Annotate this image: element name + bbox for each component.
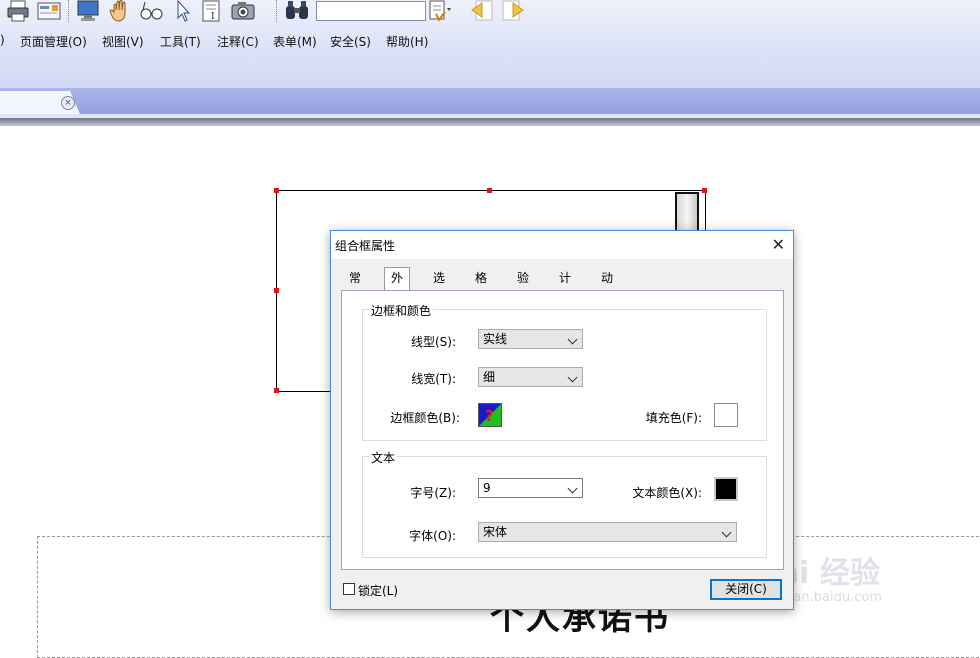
appearance-panel: 边框和颜色 线型(S): 实线 线宽(T): 细 边框颜色(B): ? 填充色(… bbox=[341, 290, 784, 570]
combo-dropdown-button[interactable] bbox=[675, 192, 699, 234]
hand-icon[interactable] bbox=[108, 0, 132, 22]
back-icon[interactable] bbox=[470, 0, 494, 22]
line-width-value: 细 bbox=[483, 370, 496, 384]
resize-handle[interactable] bbox=[274, 188, 279, 193]
toolbar-separator bbox=[68, 0, 70, 22]
email-icon[interactable] bbox=[37, 0, 61, 22]
line-width-label: 线宽(T): bbox=[411, 372, 456, 386]
border-color-swatch[interactable]: ? bbox=[478, 403, 502, 427]
combo-box-properties-dialog: 组合框属性 ✕ 常规 外观 选项 格式 验证 计算 动作 边框和颜色 线型(S)… bbox=[330, 230, 794, 610]
menu-item-help[interactable]: 帮助(H) bbox=[386, 33, 428, 50]
menu-item-view[interactable]: 视图(V) bbox=[102, 33, 144, 50]
line-type-value: 实线 bbox=[483, 332, 508, 346]
document-tab-strip bbox=[0, 88, 980, 114]
chevron-down-icon bbox=[567, 483, 578, 494]
font-size-select[interactable]: 9 bbox=[478, 478, 583, 498]
lock-label[interactable]: 锁定(L) bbox=[358, 582, 398, 599]
no-color-icon: ? bbox=[479, 404, 501, 426]
dialog-title: 组合框属性 bbox=[335, 239, 396, 253]
line-type-select[interactable]: 实线 bbox=[478, 329, 583, 349]
lock-checkbox[interactable] bbox=[343, 583, 355, 595]
menu-item-tools[interactable]: 工具(T) bbox=[160, 33, 201, 50]
tab-calculate[interactable]: 计算 bbox=[553, 268, 577, 305]
printer-icon[interactable] bbox=[6, 0, 30, 22]
border-color-label: 边框颜色(B): bbox=[390, 411, 460, 425]
resize-handle[interactable] bbox=[487, 188, 492, 193]
tab-format[interactable]: 格式 bbox=[469, 268, 493, 305]
font-value: 宋体 bbox=[483, 525, 508, 539]
svg-text:I: I bbox=[211, 12, 215, 22]
chevron-down-icon bbox=[567, 372, 578, 383]
text-color-label: 文本颜色(X): bbox=[632, 486, 702, 500]
svg-text:?: ? bbox=[485, 407, 494, 425]
font-select[interactable]: 宋体 bbox=[478, 522, 737, 542]
menu-item-security[interactable]: 安全(S) bbox=[330, 33, 371, 50]
group-title: 文本 bbox=[369, 449, 398, 466]
search-input[interactable] bbox=[316, 1, 426, 21]
camera-icon[interactable] bbox=[231, 0, 255, 22]
chevron-down-icon bbox=[721, 527, 732, 538]
page-top-shadow bbox=[0, 118, 980, 126]
forward-icon[interactable] bbox=[501, 0, 525, 22]
fill-color-label: 填充色(F): bbox=[645, 411, 702, 425]
chevron-down-icon bbox=[567, 334, 578, 345]
close-icon[interactable]: ✕ bbox=[772, 235, 785, 254]
tab-options[interactable]: 选项 bbox=[427, 268, 451, 305]
tab-general[interactable]: 常规 bbox=[343, 268, 367, 305]
text-select-icon[interactable]: I bbox=[200, 0, 224, 22]
menu-item-file-partial[interactable]: ) bbox=[0, 33, 5, 47]
tab-actions[interactable]: 动作 bbox=[595, 268, 619, 305]
tab-appearance[interactable]: 外观 bbox=[384, 267, 411, 305]
glasses-icon[interactable] bbox=[139, 0, 163, 22]
resize-handle[interactable] bbox=[702, 188, 707, 193]
close-button[interactable]: 关闭(C) bbox=[710, 579, 782, 600]
fill-color-swatch[interactable] bbox=[714, 403, 738, 427]
cursor-icon[interactable] bbox=[172, 0, 196, 22]
line-type-label: 线型(S): bbox=[410, 335, 456, 349]
text-color-swatch[interactable] bbox=[714, 477, 738, 501]
menu-item-comments[interactable]: 注释(C) bbox=[217, 33, 259, 50]
tab-validate[interactable]: 验证 bbox=[511, 268, 535, 305]
menu-item-page-management[interactable]: 页面管理(O) bbox=[20, 33, 87, 50]
resize-handle[interactable] bbox=[274, 288, 279, 293]
resize-handle[interactable] bbox=[274, 388, 279, 393]
dialog-titlebar[interactable]: 组合框属性 ✕ bbox=[331, 231, 793, 259]
spellcheck-icon[interactable] bbox=[428, 0, 452, 22]
font-size-label: 字号(Z): bbox=[410, 486, 456, 500]
toolbar-area: I ) 页面管理(O) 视图(V) 工具(T) 注释(C) 表单(M) 安全(S… bbox=[0, 0, 980, 88]
group-title: 边框和颜色 bbox=[369, 302, 434, 319]
line-width-select[interactable]: 细 bbox=[478, 367, 583, 387]
binoculars-icon[interactable] bbox=[285, 0, 309, 22]
toolbar-separator bbox=[276, 0, 278, 22]
tab-close-icon[interactable]: × bbox=[61, 96, 75, 110]
monitor-icon[interactable] bbox=[76, 0, 100, 22]
font-size-value: 9 bbox=[483, 481, 491, 495]
font-label: 字体(O): bbox=[409, 529, 456, 543]
menu-item-forms[interactable]: 表单(M) bbox=[273, 33, 317, 50]
